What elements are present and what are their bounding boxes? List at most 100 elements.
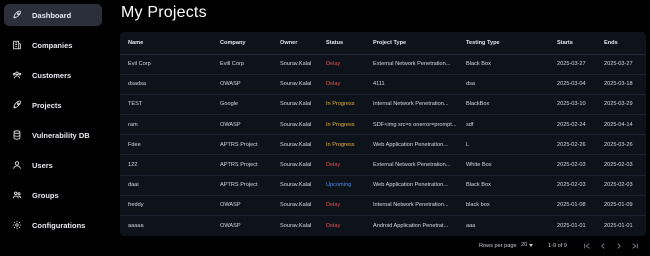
cell-starts: 2025-03-04	[549, 74, 596, 95]
column-header-status[interactable]: Status	[318, 32, 365, 55]
first-page-icon	[584, 243, 590, 249]
cell-testing-type: sdf	[458, 114, 549, 136]
sidebar-item-dashboard[interactable]: Dashboard	[4, 4, 102, 26]
next-page-button[interactable]	[614, 241, 624, 251]
cell-starts: 2025-02-03	[549, 175, 596, 196]
cell-testing-type: aaa	[466, 222, 476, 229]
cell-ends: 2025-03-18	[596, 74, 646, 95]
cell-testing-type: black box	[458, 195, 549, 217]
table-row[interactable]: Evil Corp Evill Corp Sourav.Kalal Delay …	[120, 54, 646, 75]
table-row[interactable]: Fdee APTRS Project Sourav.Kalal In Progr…	[120, 134, 646, 156]
cell-owner: Sourav.Kalal	[272, 114, 318, 136]
cell-testing-type: dsa	[458, 74, 549, 95]
column-header-company[interactable]: Company	[212, 32, 272, 55]
cell-ends: 2025-04-14	[596, 114, 646, 136]
column-header-ends[interactable]: Ends	[596, 32, 646, 55]
cell-testing-type: L	[458, 134, 549, 156]
cell-starts: 2025-02-03	[549, 154, 596, 176]
cell-company: APTRS Project	[212, 154, 272, 176]
cell-project-type: External Network Penetration...	[365, 54, 458, 75]
cell-ends: 2025-03-29	[596, 94, 646, 116]
caret-down-icon	[529, 243, 534, 247]
status-badge: Delay	[318, 54, 365, 75]
cell-starts: 2025-02-24	[549, 114, 596, 136]
sidebar-item-users[interactable]: Users	[4, 154, 102, 176]
cell-project-type: Internal Network Penetration...	[365, 94, 458, 116]
previous-page-button[interactable]	[598, 241, 608, 251]
first-page-button[interactable]	[582, 241, 592, 251]
last-page-button[interactable]	[630, 241, 640, 251]
column-header-starts[interactable]: Starts	[549, 32, 596, 55]
status-badge: Delay	[318, 195, 365, 217]
sidebar-item-customers[interactable]: Customers	[4, 64, 102, 86]
table-row[interactable]: 122 APTRS Project Sourav.Kalal Delay Ext…	[120, 154, 646, 176]
sidebar-item-label: Customers	[32, 70, 72, 80]
cell-project-type: Web Application Penetration...	[365, 175, 458, 196]
cell-company: APTRS Project	[212, 175, 272, 196]
cell-owner: Sourav.Kalal	[272, 54, 318, 75]
status-badge: In Progress	[318, 134, 365, 156]
table-row[interactable]: TEST Google Sourav.Kalal In Progress Int…	[120, 94, 646, 116]
cell-testing-type: White Box	[458, 154, 549, 176]
column-header-owner[interactable]: Owner	[272, 32, 318, 55]
cell-project-type: 4111	[365, 74, 458, 95]
sidebar-item-companies[interactable]: Companies	[4, 34, 102, 56]
column-header-name[interactable]: Name	[120, 32, 212, 55]
table-row[interactable]: ram OWASP Sourav.Kalal In Progress SDF<i…	[120, 114, 646, 136]
cell-project-type: Android Application Penetrat...	[373, 222, 449, 229]
table-row[interactable]: aaaaa OWASP Sourav.Kalal Delay Android A…	[120, 216, 646, 236]
database-icon	[12, 130, 22, 140]
rocket-icon	[12, 10, 22, 20]
cell-project-type: Web Application Penetration...	[365, 134, 458, 156]
cell-owner: Sourav.Kalal	[272, 154, 318, 176]
cell-ends: 2025-02-03	[596, 154, 646, 176]
group-icon	[12, 190, 22, 200]
cell-ends: 2025-03-26	[596, 134, 646, 156]
sidebar-item-vulnerability-db[interactable]: Vulnerability DB	[4, 124, 102, 146]
cell-starts: 2025-03-27	[549, 54, 596, 75]
table-row[interactable]: freddy OWASP Sourav.Kalal Delay Internal…	[120, 195, 646, 217]
cell-name: freddy	[120, 195, 212, 217]
column-header-testing-type[interactable]: Testing Type	[458, 32, 549, 55]
sidebar-item-label: Projects	[32, 100, 62, 110]
chevron-left-icon	[601, 243, 605, 249]
building-icon	[12, 40, 22, 50]
table-row[interactable]: daai APTRS Project Sourav.Kalal Upcoming…	[120, 175, 646, 196]
rows-per-page-value: 20	[521, 242, 528, 248]
cell-project-type: External Network Penetration...	[365, 154, 458, 176]
status-badge: Delay	[318, 74, 365, 95]
sidebar-item-label: Companies	[32, 40, 73, 50]
cell-company: OWASP	[212, 195, 272, 217]
cell-owner: Sourav.Kalal	[272, 195, 318, 217]
cell-company: OWASP	[212, 74, 272, 95]
cell-testing-type: BlackBox	[458, 94, 549, 116]
projects-table: Name Company Owner Status Project Type T…	[120, 32, 646, 236]
cell-company: Google	[212, 94, 272, 116]
cell-name: dsadsa	[120, 74, 212, 95]
cell-starts: 2025-01-08	[549, 195, 596, 217]
cell-company: OWASP	[220, 222, 241, 229]
rows-per-page-select[interactable]: 20	[521, 242, 534, 248]
status-badge: Upcoming	[318, 175, 365, 196]
users-icon	[12, 70, 22, 80]
sidebar-item-configurations[interactable]: Configurations	[4, 214, 102, 236]
column-header-project-type[interactable]: Project Type	[365, 32, 458, 55]
cell-starts: 2025-01-01	[557, 222, 586, 229]
rows-per-page-label: Rows per page	[479, 243, 517, 249]
user-icon	[12, 160, 22, 170]
sidebar: Dashboard Companies Customers Projects V…	[0, 0, 108, 256]
cell-ends: 2025-01-01	[604, 222, 633, 229]
cell-name: ram	[120, 114, 212, 136]
sidebar-item-label: Users	[32, 160, 53, 170]
status-badge: Delay	[318, 154, 365, 176]
cell-company: OWASP	[212, 114, 272, 136]
cell-testing-type: Black Box	[458, 175, 549, 196]
cell-project-type: Internal Network Penetration...	[365, 195, 458, 217]
table-row[interactable]: dsadsa OWASP Sourav.Kalal Delay 4111 dsa…	[120, 74, 646, 95]
cell-ends: 2025-02-03	[596, 175, 646, 196]
cell-ends: 2025-03-27	[596, 54, 646, 75]
cell-owner: Sourav.Kalal	[272, 74, 318, 95]
gear-icon	[12, 220, 22, 230]
sidebar-item-groups[interactable]: Groups	[4, 184, 102, 206]
sidebar-item-projects[interactable]: Projects	[4, 94, 102, 116]
